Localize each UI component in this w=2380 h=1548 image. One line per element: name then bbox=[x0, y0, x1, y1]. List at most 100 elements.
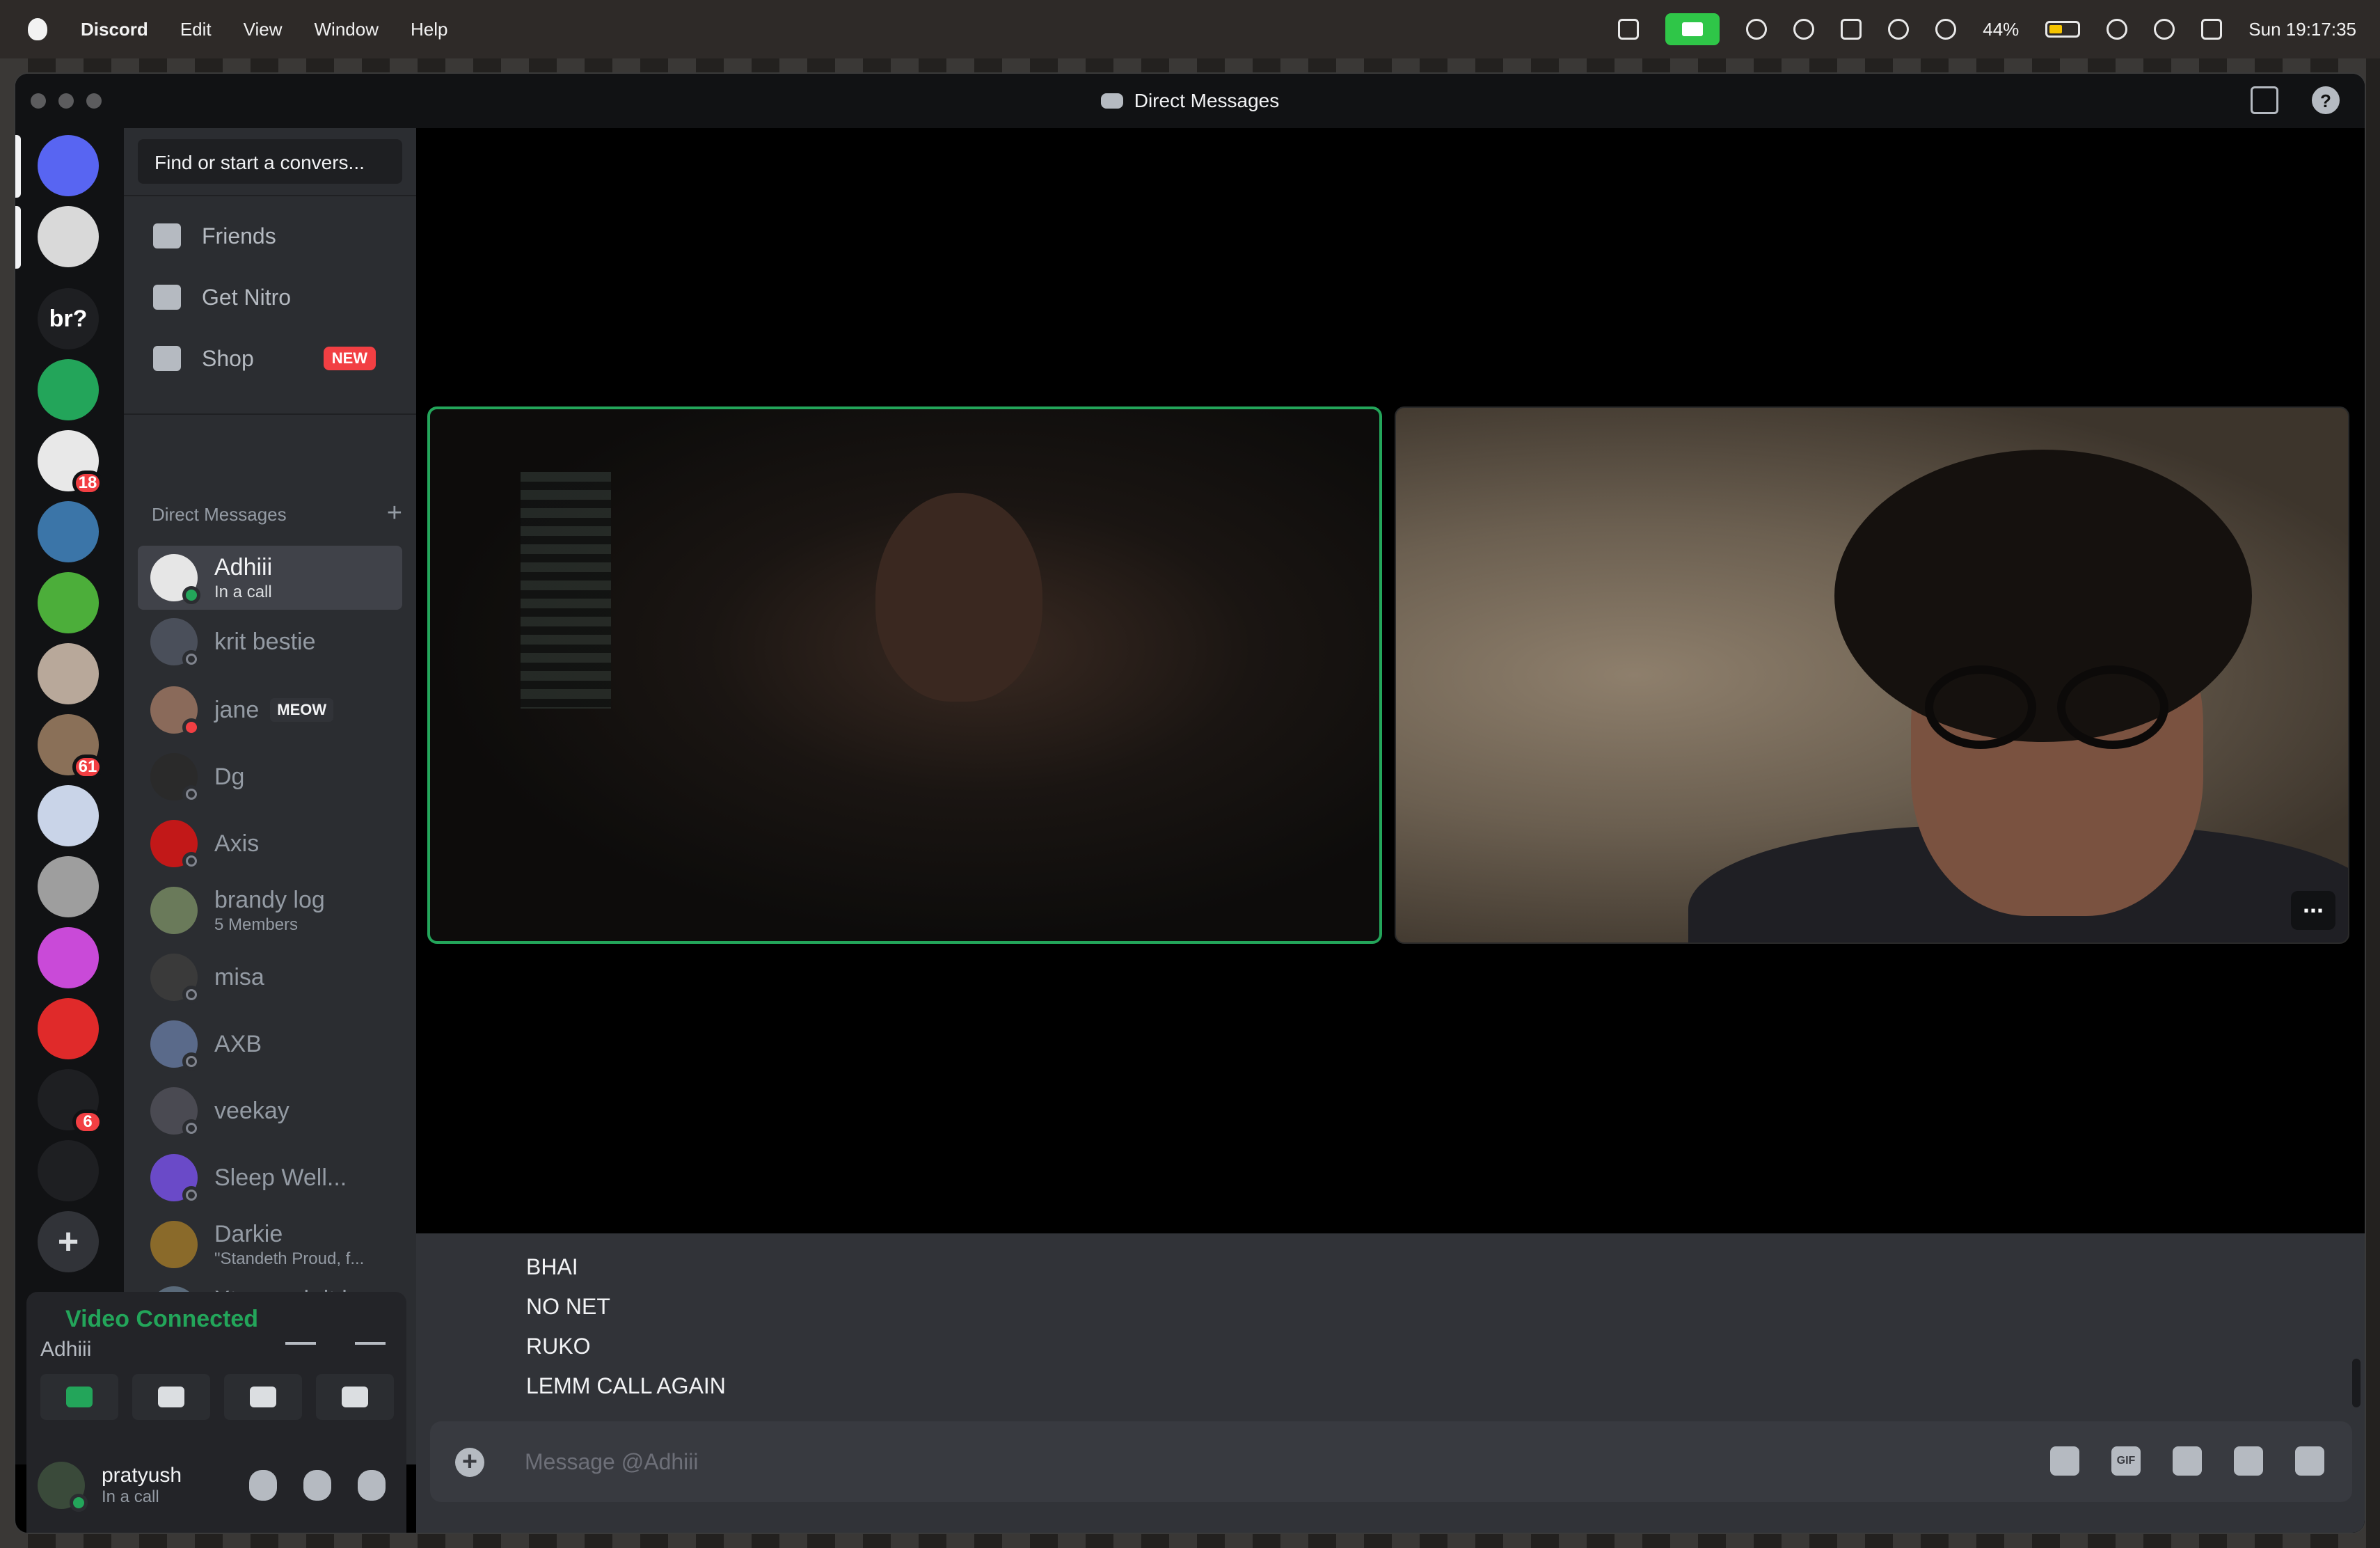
dm-name: jane bbox=[214, 696, 260, 723]
nav-get-nitro[interactable]: Get Nitro bbox=[138, 270, 402, 324]
menu-view[interactable]: View bbox=[244, 19, 283, 40]
steam-icon[interactable] bbox=[1746, 19, 1768, 40]
settings-gear-icon[interactable] bbox=[358, 1470, 386, 1501]
menu-help[interactable]: Help bbox=[411, 19, 447, 40]
dm-item[interactable]: AXB bbox=[138, 1012, 402, 1076]
dm-name: Darkie bbox=[214, 1220, 283, 1247]
dm-avatar bbox=[150, 1154, 200, 1204]
battery-icon[interactable] bbox=[2045, 21, 2081, 38]
user-avatar[interactable] bbox=[38, 1462, 88, 1512]
minimize-window-button[interactable] bbox=[58, 93, 74, 109]
shop-icon bbox=[153, 346, 181, 371]
gift-icon[interactable] bbox=[2050, 1446, 2079, 1476]
add-attachment-icon[interactable]: + bbox=[455, 1448, 484, 1477]
server-icon[interactable] bbox=[38, 135, 99, 196]
dm-item[interactable]: Sleep Well... bbox=[138, 1146, 402, 1210]
dm-item[interactable]: Dg bbox=[138, 745, 402, 809]
server-icon[interactable]: 61 bbox=[38, 714, 103, 780]
camera-in-use-icon[interactable] bbox=[1665, 13, 1720, 45]
server-icon[interactable] bbox=[38, 998, 99, 1059]
dm-item[interactable]: Darkie "Standeth Proud, f... bbox=[138, 1213, 402, 1277]
zoom-window-button[interactable] bbox=[86, 93, 102, 109]
voice-status[interactable]: Video Connected bbox=[65, 1306, 258, 1333]
soundboard-button[interactable] bbox=[316, 1374, 394, 1420]
noise-suppression-icon[interactable] bbox=[285, 1317, 316, 1345]
activities-button[interactable] bbox=[224, 1374, 302, 1420]
bluetooth-icon[interactable] bbox=[2107, 19, 2128, 40]
server-icon[interactable] bbox=[38, 856, 99, 917]
create-dm-icon[interactable]: + bbox=[387, 500, 402, 526]
emoji-icon[interactable] bbox=[2234, 1446, 2263, 1476]
screen-share-button[interactable] bbox=[132, 1374, 210, 1420]
server-rail: br? 18 61 6 + bbox=[15, 128, 124, 1464]
camera-toggle-button[interactable] bbox=[40, 1374, 118, 1420]
server-icon[interactable] bbox=[38, 785, 99, 846]
server-icon[interactable]: 6 bbox=[38, 1069, 103, 1135]
dm-item[interactable]: veekay bbox=[138, 1079, 402, 1143]
dm-item[interactable]: brandy log 5 Members bbox=[138, 878, 402, 942]
window-titlebar: Direct Messages ? bbox=[15, 74, 2365, 128]
server-icon[interactable] bbox=[38, 572, 99, 633]
dm-name: Sleep Well... bbox=[214, 1164, 347, 1191]
message-input[interactable] bbox=[525, 1442, 1777, 1481]
inbox-icon[interactable] bbox=[2251, 86, 2278, 114]
nav-friends[interactable]: Friends bbox=[138, 209, 402, 263]
close-window-button[interactable] bbox=[31, 93, 46, 109]
home-indicator-pill bbox=[15, 135, 21, 198]
dm-name: brandy log bbox=[214, 886, 325, 913]
video-more-options-button[interactable]: ... bbox=[2291, 891, 2335, 930]
nav-shop[interactable]: Shop NEW bbox=[138, 331, 402, 386]
activity-icon[interactable] bbox=[1935, 19, 1957, 40]
status-indicator bbox=[182, 1119, 200, 1137]
apps-icon[interactable] bbox=[2295, 1446, 2324, 1476]
dm-avatar bbox=[150, 554, 200, 604]
gif-icon[interactable]: GIF bbox=[2111, 1446, 2141, 1476]
user-name[interactable]: pratyush bbox=[102, 1464, 182, 1487]
dm-avatar bbox=[150, 1221, 198, 1268]
wifi-icon[interactable] bbox=[2154, 19, 2175, 40]
video-tile-adhiii[interactable] bbox=[427, 406, 1382, 944]
dm-item[interactable]: Adhiii In a call bbox=[138, 546, 402, 610]
sync-icon[interactable] bbox=[1793, 19, 1815, 40]
microphone-icon[interactable] bbox=[249, 1470, 277, 1501]
server-icon[interactable] bbox=[38, 927, 99, 988]
server-icon[interactable] bbox=[38, 501, 99, 562]
self-glasses bbox=[1925, 665, 2175, 756]
voice-channel-name[interactable]: Adhiii bbox=[40, 1338, 91, 1361]
server-icon[interactable]: br? bbox=[38, 288, 99, 349]
menu-window[interactable]: Window bbox=[315, 19, 379, 40]
nav-shop-label: Shop bbox=[202, 345, 254, 371]
new-badge: NEW bbox=[323, 347, 376, 370]
menu-app-discord[interactable]: Discord bbox=[81, 19, 148, 40]
participant-video bbox=[875, 493, 1042, 702]
status-indicator bbox=[182, 1052, 200, 1071]
add-server-button[interactable]: + bbox=[38, 1211, 99, 1272]
server-icon[interactable] bbox=[38, 206, 99, 267]
dm-item[interactable]: Axis bbox=[138, 812, 402, 876]
menubar-clock[interactable]: Sun 19:17:35 bbox=[2248, 19, 2356, 40]
headphones-icon[interactable] bbox=[303, 1470, 331, 1501]
volume-icon[interactable] bbox=[1618, 19, 1640, 40]
sticker-icon[interactable] bbox=[2173, 1446, 2202, 1476]
server-avatar bbox=[38, 501, 99, 562]
dm-item[interactable]: jane MEOW bbox=[138, 678, 402, 742]
play-icon[interactable] bbox=[1888, 19, 1910, 40]
dm-avatar bbox=[150, 1020, 200, 1071]
chat-scrollbar[interactable] bbox=[2352, 1359, 2361, 1407]
help-icon[interactable]: ? bbox=[2312, 86, 2340, 114]
dm-item[interactable]: misa bbox=[138, 945, 402, 1009]
server-icon[interactable]: 18 bbox=[38, 430, 103, 496]
battery-percent: 44% bbox=[1983, 18, 2020, 40]
server-icon[interactable] bbox=[38, 359, 99, 420]
control-center-icon[interactable] bbox=[2201, 19, 2223, 40]
disconnect-icon[interactable] bbox=[355, 1317, 386, 1345]
find-conversation-search[interactable]: Find or start a convers... bbox=[138, 139, 402, 184]
apple-icon[interactable] bbox=[28, 18, 47, 40]
dm-item[interactable]: krit bestie bbox=[138, 610, 402, 674]
mouse-icon[interactable] bbox=[1841, 19, 1862, 40]
video-tile-self[interactable]: ... bbox=[1395, 406, 2349, 944]
server-icon[interactable] bbox=[38, 1140, 99, 1201]
menu-edit[interactable]: Edit bbox=[180, 19, 212, 40]
server-icon[interactable] bbox=[38, 643, 99, 704]
server-avatar bbox=[38, 998, 99, 1059]
